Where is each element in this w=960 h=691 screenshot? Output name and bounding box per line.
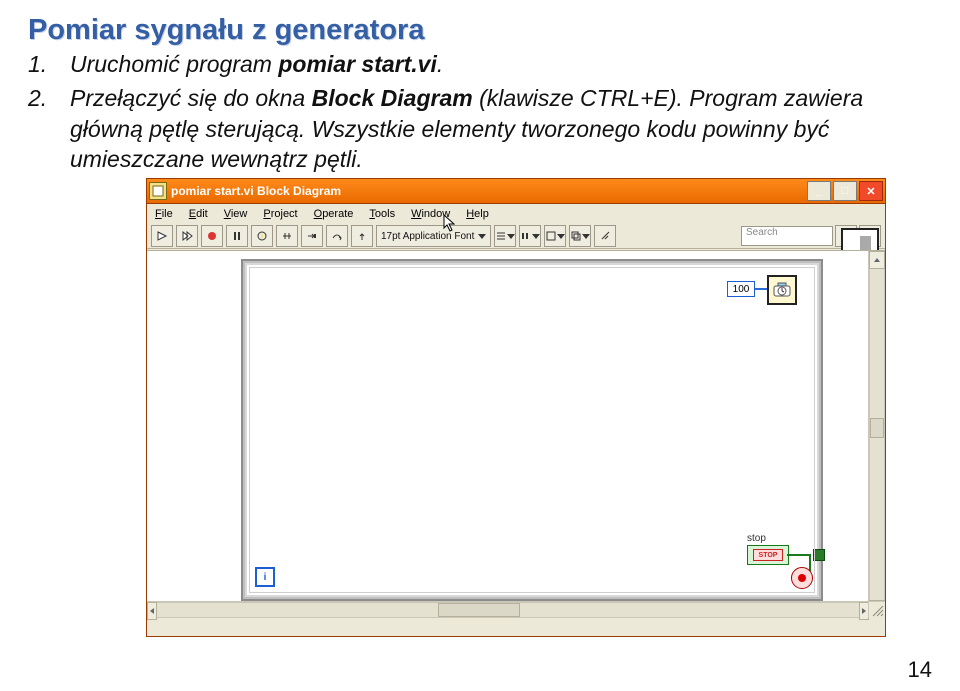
scroll-thumb[interactable]	[870, 418, 884, 438]
chevron-down-icon	[478, 234, 486, 239]
search-input[interactable]: Search	[741, 226, 833, 246]
font-selector[interactable]: 17pt Application Font	[376, 225, 491, 247]
item-body: Przełączyć się do okna Block Diagram (kl…	[70, 83, 932, 174]
step-out-button[interactable]	[351, 225, 373, 247]
menu-project[interactable]: Project	[263, 208, 297, 220]
horizontal-scrollbar[interactable]	[147, 601, 869, 618]
app-icon	[149, 182, 167, 200]
loop-tunnel	[813, 549, 825, 561]
item-body: Uruchomić program pomiar start.vi.	[70, 49, 932, 79]
step-over-button[interactable]	[326, 225, 348, 247]
stop-label: stop	[747, 533, 766, 544]
toolbar: 17pt Application Font Search ?	[147, 224, 885, 249]
menu-edit[interactable]: Edit	[189, 208, 208, 220]
wire	[809, 554, 811, 574]
close-button[interactable]: ✕	[859, 181, 883, 201]
menu-file[interactable]: File	[155, 208, 173, 220]
wire	[755, 288, 767, 290]
run-continuous-button[interactable]	[176, 225, 198, 247]
align-button[interactable]	[494, 225, 516, 247]
item-number: 2.	[28, 83, 70, 174]
stop-button-text: STOP	[753, 549, 783, 561]
resize-button[interactable]	[544, 225, 566, 247]
pause-button[interactable]	[226, 225, 248, 247]
iteration-terminal[interactable]: i	[255, 567, 275, 587]
step-into-button[interactable]	[301, 225, 323, 247]
minimize-button[interactable]: _	[807, 181, 831, 201]
wait-ms-constant[interactable]: 100	[727, 281, 755, 297]
block-diagram-canvas[interactable]: 100 stop STOP i	[147, 250, 885, 618]
scroll-track[interactable]	[869, 269, 885, 600]
reorder-button[interactable]	[569, 225, 591, 247]
wire	[801, 574, 811, 576]
title-bar[interactable]: pomiar start.vi Block Diagram _ □ ✕	[146, 178, 886, 204]
client-area: File Edit View Project Operate Tools Win…	[146, 204, 886, 637]
menu-window[interactable]: Window	[411, 208, 450, 220]
wait-ms-icon[interactable]	[767, 275, 797, 305]
list-item-2: 2. Przełączyć się do okna Block Diagram …	[28, 83, 932, 174]
wire	[787, 554, 811, 556]
while-loop[interactable]: 100 stop STOP i	[241, 259, 823, 601]
window-title: pomiar start.vi Block Diagram	[171, 184, 341, 198]
retain-wires-button[interactable]	[276, 225, 298, 247]
menu-operate[interactable]: Operate	[314, 208, 354, 220]
menu-tools[interactable]: Tools	[369, 208, 395, 220]
menu-view[interactable]: View	[224, 208, 248, 220]
page-number: 14	[0, 657, 932, 683]
menu-help[interactable]: Help	[466, 208, 489, 220]
distribute-button[interactable]	[519, 225, 541, 247]
run-button[interactable]	[151, 225, 173, 247]
scroll-thumb[interactable]	[438, 603, 520, 617]
cleanup-button[interactable]	[594, 225, 616, 247]
resize-grip-icon[interactable]	[868, 601, 885, 618]
scroll-track[interactable]	[157, 602, 859, 618]
labview-window: pomiar start.vi Block Diagram _ □ ✕ File…	[146, 178, 886, 637]
abort-button[interactable]	[201, 225, 223, 247]
page: Pomiar sygnału z generatora 1. Uruchomić…	[0, 0, 960, 645]
font-name: 17pt Application Font	[381, 231, 474, 242]
loop-condition-terminal[interactable]	[791, 567, 813, 589]
menu-bar[interactable]: File Edit View Project Operate Tools Win…	[147, 204, 885, 224]
maximize-button[interactable]: □	[833, 181, 857, 201]
scroll-left-button[interactable]	[147, 602, 157, 620]
list-item-1: 1. Uruchomić program pomiar start.vi.	[28, 49, 932, 79]
scroll-up-button[interactable]	[869, 251, 885, 269]
vertical-scrollbar[interactable]	[868, 251, 885, 618]
stop-control[interactable]: STOP	[747, 545, 789, 565]
page-title: Pomiar sygnału z generatora	[28, 14, 932, 47]
item-number: 1.	[28, 49, 70, 79]
highlight-exec-button[interactable]	[251, 225, 273, 247]
